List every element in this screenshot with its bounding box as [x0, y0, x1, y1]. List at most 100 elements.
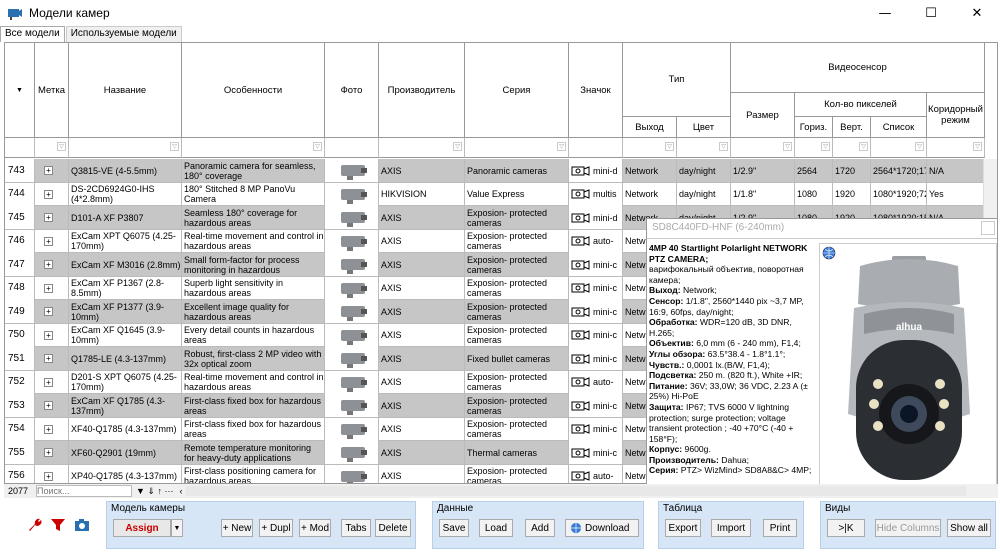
print-button[interactable]: Print — [763, 519, 797, 537]
camera-icon[interactable] — [74, 517, 90, 533]
header-corridor[interactable]: Коридорный режим — [927, 93, 985, 138]
cell-series: Exposion- protected cameras — [465, 464, 569, 483]
expand-icon[interactable]: + — [44, 236, 53, 246]
filter-cell[interactable]: ▽ — [677, 138, 731, 158]
table-row[interactable]: 743 + Q3815-VE (4-5.5mm) Panoramic camera f… — [5, 159, 997, 183]
expand-icon[interactable]: + — [44, 424, 53, 434]
download-button[interactable]: Download — [565, 519, 639, 537]
filter-cell[interactable]: ▽ — [379, 138, 465, 158]
new-button[interactable]: + New — [221, 519, 253, 537]
search-input[interactable] — [36, 485, 132, 497]
filter-icon[interactable]: ▽ — [453, 142, 462, 151]
nav-arrows-icon[interactable]: ▼ ⇓ ↑ ··· — [136, 486, 173, 497]
export-button[interactable]: Export — [665, 519, 701, 537]
add-button[interactable]: Add — [525, 519, 555, 537]
header-icon[interactable]: Значок — [569, 43, 623, 138]
expand-cell: + — [35, 300, 69, 323]
expand-icon[interactable]: + — [44, 166, 53, 175]
filter-cell[interactable] — [325, 138, 379, 158]
header-maker[interactable]: Производитель — [379, 43, 465, 138]
expand-icon[interactable]: + — [44, 307, 53, 316]
expand-icon[interactable]: + — [44, 260, 53, 269]
load-button[interactable]: Load — [479, 519, 513, 537]
header-indicator[interactable]: ▼ — [5, 43, 35, 138]
save-button[interactable]: Save — [439, 519, 469, 537]
header-sensor[interactable]: Видеосенсор — [731, 43, 985, 93]
show-all-button[interactable]: Show all — [947, 519, 991, 537]
header-size[interactable]: Размер — [731, 93, 795, 138]
filter-icon[interactable]: ▽ — [665, 142, 674, 151]
expand-icon[interactable]: + — [44, 354, 53, 363]
assign-dropdown-icon[interactable]: ▼ — [171, 519, 183, 537]
header-features[interactable]: Особенности — [182, 43, 325, 138]
expand-icon[interactable]: + — [44, 401, 53, 410]
globe-icon[interactable] — [822, 246, 836, 260]
import-button[interactable]: Import — [711, 519, 751, 537]
filter-cell[interactable] — [569, 138, 623, 158]
filter-cell[interactable]: ▽ — [795, 138, 833, 158]
filter-icon[interactable]: ▽ — [821, 142, 830, 151]
header-name[interactable]: Название — [69, 43, 182, 138]
wrench-icon[interactable] — [26, 517, 42, 533]
filter-icon[interactable]: ▽ — [313, 142, 322, 151]
filter-cell[interactable]: ▽ — [35, 138, 69, 158]
expand-icon[interactable]: + — [44, 330, 53, 340]
header-horiz[interactable]: Гориз. — [795, 117, 833, 138]
duplicate-button[interactable]: + Dupl — [259, 519, 293, 537]
filter-cell[interactable]: ▽ — [69, 138, 182, 158]
modify-button[interactable]: + Mod — [299, 519, 331, 537]
header-output[interactable]: Выход — [623, 117, 677, 138]
filter-icon[interactable]: ▽ — [170, 142, 179, 151]
filter-icon[interactable]: ▽ — [973, 142, 982, 151]
expand-icon[interactable]: + — [44, 448, 53, 457]
filter-cell[interactable]: ▽ — [182, 138, 325, 158]
horizontal-scrollbar[interactable] — [186, 486, 967, 496]
tabs-button[interactable]: Tabs — [341, 519, 371, 537]
header-mark[interactable]: Метка — [35, 43, 69, 138]
expand-icon[interactable]: + — [44, 283, 53, 293]
filter-cell[interactable]: ▽ — [731, 138, 795, 158]
maximize-button[interactable]: ☐ — [908, 0, 954, 26]
expand-icon[interactable]: + — [44, 471, 53, 481]
filter-cell[interactable]: ▽ — [623, 138, 677, 158]
popup-close-button[interactable] — [981, 221, 995, 235]
filter-icon[interactable]: ▽ — [557, 142, 566, 151]
header-series[interactable]: Серия — [465, 43, 569, 138]
hide-columns-button[interactable]: Hide Columns — [875, 519, 941, 537]
minimize-button[interactable]: — — [862, 0, 908, 26]
filter-icon[interactable]: ▽ — [915, 142, 924, 151]
header-color[interactable]: Цвет — [677, 117, 731, 138]
filter-cell[interactable]: ▽ — [871, 138, 927, 158]
first-view-button[interactable]: >|K — [827, 519, 865, 537]
filter-cell[interactable]: ▽ — [465, 138, 569, 158]
cell-name: D201-S XPT Q6075 (4.25-170mm) — [69, 370, 182, 394]
expand-icon[interactable]: + — [44, 377, 53, 387]
spec-value: PTZ> WizMind> SD8A8&C> 4MP; — [678, 465, 812, 476]
filter-icon[interactable]: ▽ — [57, 142, 66, 151]
table-row[interactable]: 744 + DS-2CD6924G0-IHS (4*2.8mm) 180° Stitc… — [5, 182, 997, 206]
header-pixels[interactable]: Кол-во пикселей — [795, 93, 927, 117]
bottom-toolbar: Модель камеры Assign ▼ + New + Dupl + Mo… — [0, 498, 1000, 556]
filter-cell[interactable] — [5, 138, 35, 158]
filter-icon[interactable]: ▽ — [859, 142, 868, 151]
camera-symbol-icon — [571, 471, 590, 481]
scroll-left-icon[interactable]: ‹ — [179, 486, 182, 496]
filter-funnel-icon[interactable] — [50, 517, 66, 533]
filter-icon[interactable]: ▽ — [783, 142, 792, 151]
header-list[interactable]: Список — [871, 117, 927, 138]
expand-icon[interactable]: + — [44, 189, 53, 199]
assign-button[interactable]: Assign — [113, 519, 171, 537]
cell-features: Real-time movement and control in hazard… — [184, 229, 325, 253]
expand-icon[interactable]: + — [44, 213, 53, 222]
header-vert[interactable]: Верт. — [833, 117, 871, 138]
filter-cell[interactable]: ▽ — [833, 138, 871, 158]
cell-series: Exposion- protected cameras — [465, 370, 569, 394]
header-photo[interactable]: Фото — [325, 43, 379, 138]
filter-cell[interactable]: ▽ — [927, 138, 985, 158]
delete-button[interactable]: Delete — [375, 519, 411, 537]
tab-used-models[interactable]: Используемые модели — [65, 26, 182, 42]
filter-icon[interactable]: ▽ — [719, 142, 728, 151]
close-button[interactable]: ✕ — [954, 0, 1000, 26]
tab-all-models[interactable]: Все модели — [0, 26, 65, 42]
header-type[interactable]: Тип — [623, 43, 731, 117]
